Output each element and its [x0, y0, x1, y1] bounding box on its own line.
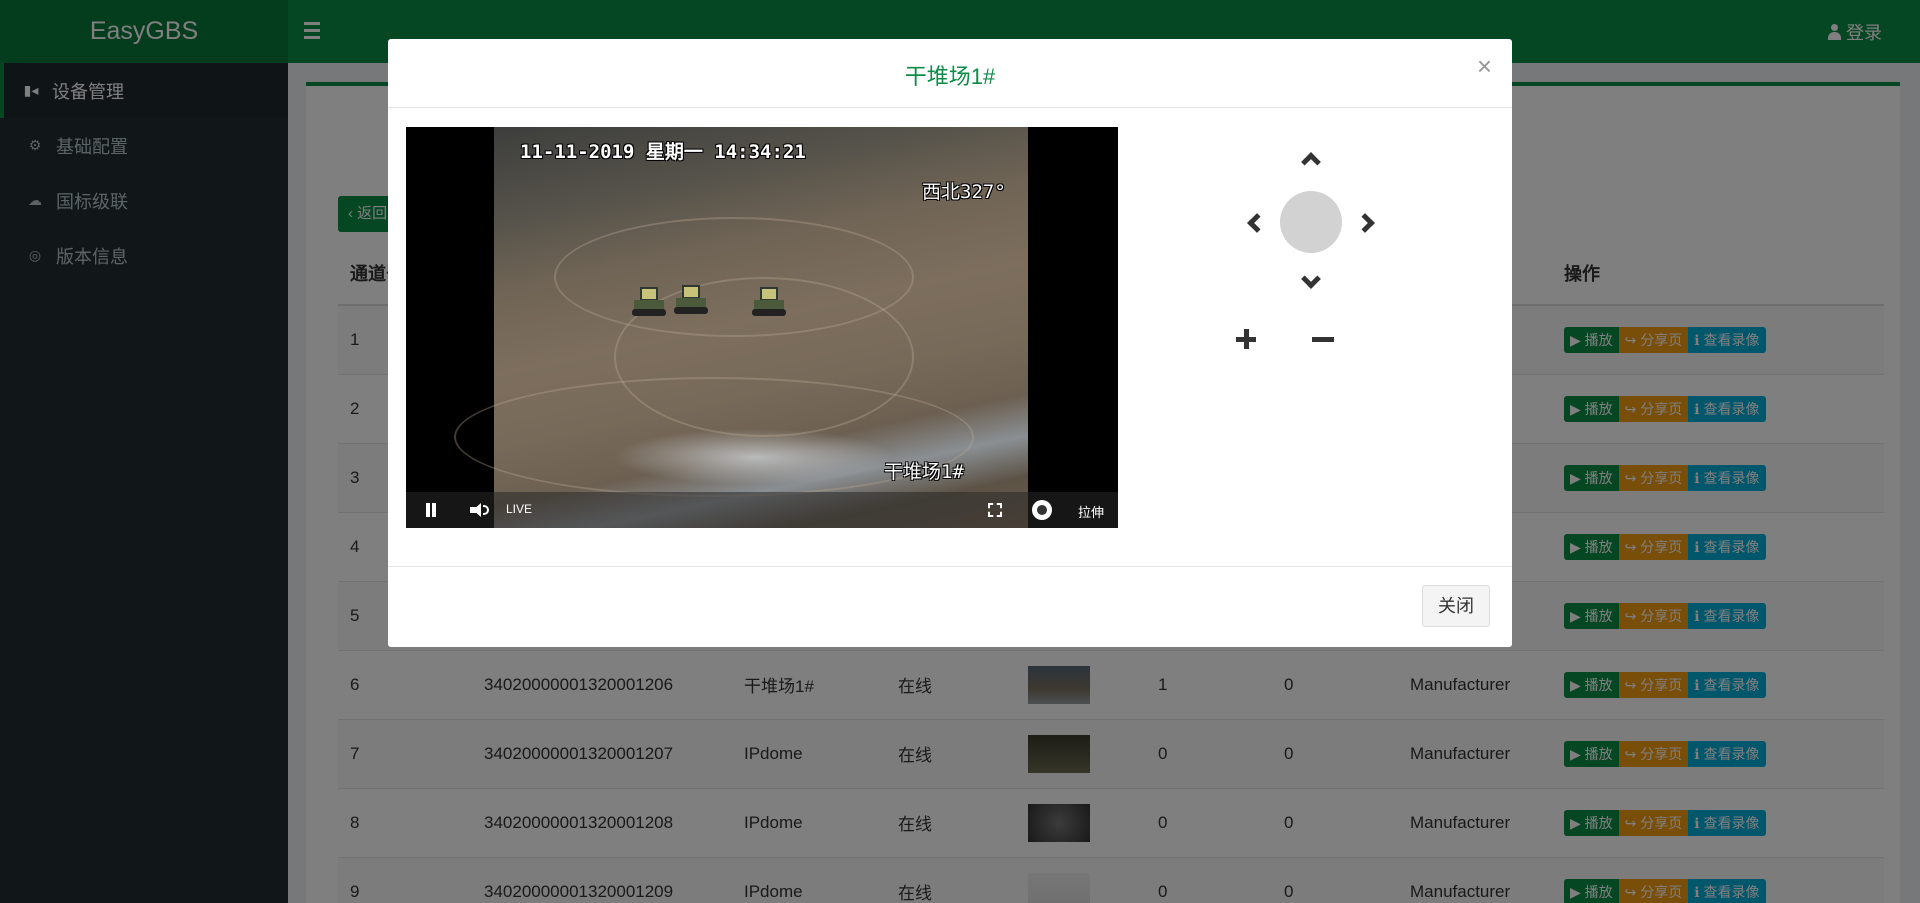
- osd-timestamp: 11-11-2019 星期一 14:34:21: [520, 141, 806, 163]
- zoom-in-icon[interactable]: [1236, 329, 1256, 349]
- modal-header: 干堆场1# ×: [388, 39, 1512, 108]
- video-frame: 11-11-2019 星期一 14:34:21 西北327° 干堆场1#: [454, 127, 1028, 528]
- bulldozer: [752, 287, 786, 317]
- modal-footer: 关闭: [388, 566, 1512, 647]
- player-controls: LIVE 拉伸: [406, 492, 1118, 528]
- ptz-up-icon[interactable]: [1301, 152, 1321, 172]
- bulldozer: [674, 285, 708, 315]
- ptz-center-button[interactable]: [1280, 191, 1342, 253]
- stretch-button[interactable]: 拉伸: [1078, 502, 1104, 521]
- close-button[interactable]: 关闭: [1422, 585, 1490, 627]
- ptz-control: [1236, 139, 1396, 359]
- close-icon[interactable]: ×: [1477, 53, 1492, 79]
- osd-direction: 西北327°: [922, 181, 1006, 203]
- bulldozer: [632, 287, 666, 317]
- zoom-out-icon[interactable]: [1312, 337, 1334, 342]
- video-player[interactable]: 11-11-2019 星期一 14:34:21 西北327° 干堆场1# LIV…: [406, 127, 1118, 528]
- video-modal: 干堆场1# × 11-11-2019 星期一 14:34:21 西北327° 干…: [388, 39, 1512, 647]
- volume-icon[interactable]: [470, 502, 490, 518]
- pause-icon[interactable]: [424, 503, 438, 517]
- modal-title: 干堆场1#: [904, 64, 996, 89]
- live-badge: LIVE: [506, 502, 533, 516]
- ptz-down-icon[interactable]: [1301, 269, 1321, 289]
- ptz-right-icon[interactable]: [1355, 213, 1375, 233]
- snapshot-icon[interactable]: [1032, 500, 1052, 520]
- fullscreen-icon[interactable]: [988, 503, 1002, 517]
- osd-channel-name: 干堆场1#: [884, 461, 964, 483]
- ptz-left-icon[interactable]: [1247, 213, 1267, 233]
